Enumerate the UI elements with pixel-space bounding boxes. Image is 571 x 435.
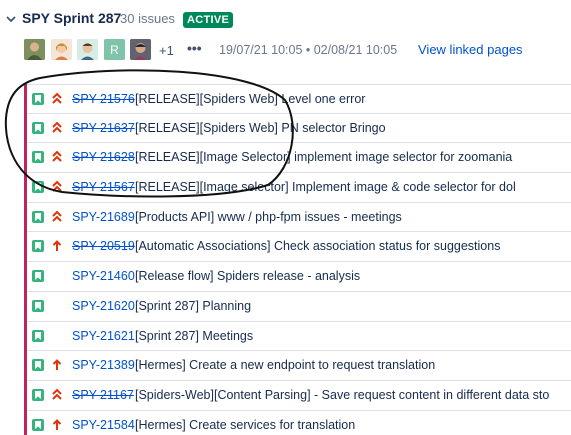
priority-highest-icon	[52, 93, 62, 104]
issue-row[interactable]: SPY-21689 [Products API] www / php-fpm is…	[27, 203, 571, 233]
story-type-icon	[32, 93, 44, 105]
avatar[interactable]: R	[104, 39, 125, 60]
issue-row[interactable]: SPY-21389 [Hermes] Create a new endpoint …	[27, 351, 571, 381]
issue-summary: [Products API] www / php-fpm issues - me…	[135, 209, 402, 224]
issue-key-link[interactable]: SPY-21167	[72, 388, 134, 402]
issue-summary: [RELEASE][Image Selector] implement imag…	[135, 150, 513, 165]
avatar[interactable]	[130, 39, 151, 60]
story-type-icon	[32, 329, 44, 342]
issue-key-link[interactable]: SPY-20519	[72, 239, 135, 253]
priority-high-icon	[52, 418, 62, 430]
priority-high-icon	[52, 359, 62, 371]
story-type-icon	[32, 121, 44, 134]
avatar[interactable]	[24, 39, 45, 60]
status-badge: ACTIVE	[183, 12, 234, 28]
story-type-icon	[32, 181, 44, 194]
issue-row[interactable]: SPY-21621 [Sprint 287] Meetings	[27, 322, 571, 352]
story-type-icon	[32, 388, 44, 401]
priority-highest-icon	[52, 210, 62, 222]
priority-highest-icon	[52, 121, 62, 133]
issue-row[interactable]: SPY-21567 [RELEASE][Image selector] Imple…	[27, 173, 571, 203]
story-type-icon	[32, 240, 44, 253]
issue-summary: [Release flow] Spiders release - analysi…	[135, 269, 361, 284]
issue-summary: [Automatic Associations] Check associati…	[135, 239, 501, 254]
priority-high-icon	[52, 240, 62, 252]
issue-key-link[interactable]: SPY-21628	[72, 150, 135, 164]
issue-summary: [Sprint 287] Meetings	[135, 328, 254, 343]
issue-summary: [RELEASE][Image selector] Implement imag…	[135, 180, 516, 195]
issue-key-link[interactable]: SPY-21576	[72, 92, 135, 106]
issue-key-link[interactable]: SPY-21621	[72, 329, 135, 343]
story-type-icon	[32, 151, 44, 164]
issue-summary: [RELEASE][Spiders Web] PN selector Bring…	[135, 120, 386, 135]
sprint-header: SPY Sprint 287 30 issues ACTIVE R +1 •••…	[0, 0, 571, 70]
more-assignees-count[interactable]: +1	[159, 43, 174, 58]
issue-row[interactable]: SPY-20519 [Automatic Associations] Check …	[27, 232, 571, 263]
story-type-icon	[32, 299, 44, 312]
issue-row[interactable]: SPY-21460 [Release flow] Spiders release …	[27, 262, 571, 292]
view-linked-pages-link[interactable]: View linked pages	[418, 42, 523, 57]
issue-summary: [Sprint 287] Planning	[135, 298, 252, 313]
sprint-title[interactable]: SPY Sprint 287	[22, 10, 121, 26]
issue-key-link[interactable]: SPY-21620	[72, 299, 135, 313]
issue-row[interactable]: SPY-21637 [RELEASE][Spiders Web] PN selec…	[27, 114, 571, 144]
issue-row[interactable]: SPY-21628 [RELEASE][Image Selector] imple…	[27, 143, 571, 174]
issue-summary: [Hermes] Create services for translation	[135, 417, 356, 432]
issue-row[interactable]: SPY-21167 [Spiders-Web][Content Parsing] …	[27, 381, 571, 411]
issue-key-link[interactable]: SPY-21584	[72, 418, 135, 432]
avatar[interactable]	[77, 39, 98, 60]
issue-row[interactable]: SPY-21576 [RELEASE][Spiders Web] Level on…	[27, 84, 571, 114]
sprint-date-range: 19/07/21 10:05 • 02/08/21 10:05	[219, 43, 398, 57]
issue-row[interactable]: SPY-21584 [Hermes] Create services for tr…	[27, 411, 571, 435]
issue-summary: [Spiders-Web][Content Parsing] - Save re…	[135, 387, 550, 402]
priority-highest-icon	[52, 388, 62, 400]
svg-text:R: R	[110, 43, 119, 57]
issue-key-link[interactable]: SPY-21389	[72, 358, 135, 372]
story-type-icon	[32, 270, 44, 283]
story-type-icon	[32, 418, 44, 431]
issue-key-link[interactable]: SPY-21637	[72, 121, 135, 135]
more-actions-button[interactable]: •••	[187, 40, 202, 56]
issue-summary: [Hermes] Create a new endpoint to reques…	[135, 358, 436, 373]
priority-highest-icon	[52, 151, 62, 163]
backlog-page: SPY Sprint 287 30 issues ACTIVE R +1 •••…	[0, 0, 571, 435]
story-type-icon	[32, 210, 44, 223]
issue-list: SPY-21576 [RELEASE][Spiders Web] Level on…	[24, 84, 571, 435]
priority-highest-icon	[52, 181, 62, 192]
issue-count: 30 issues	[120, 11, 175, 26]
issue-key-link[interactable]: SPY-21460	[72, 269, 135, 283]
issue-summary: [RELEASE][Spiders Web] Level one error	[135, 92, 366, 106]
story-type-icon	[32, 359, 44, 372]
issue-row[interactable]: SPY-21620 [Sprint 287] Planning	[27, 292, 571, 322]
avatar[interactable]	[51, 39, 72, 60]
issue-key-link[interactable]: SPY-21567	[72, 180, 135, 194]
issue-key-link[interactable]: SPY-21689	[72, 210, 135, 224]
collapse-chevron-icon[interactable]	[6, 14, 16, 24]
